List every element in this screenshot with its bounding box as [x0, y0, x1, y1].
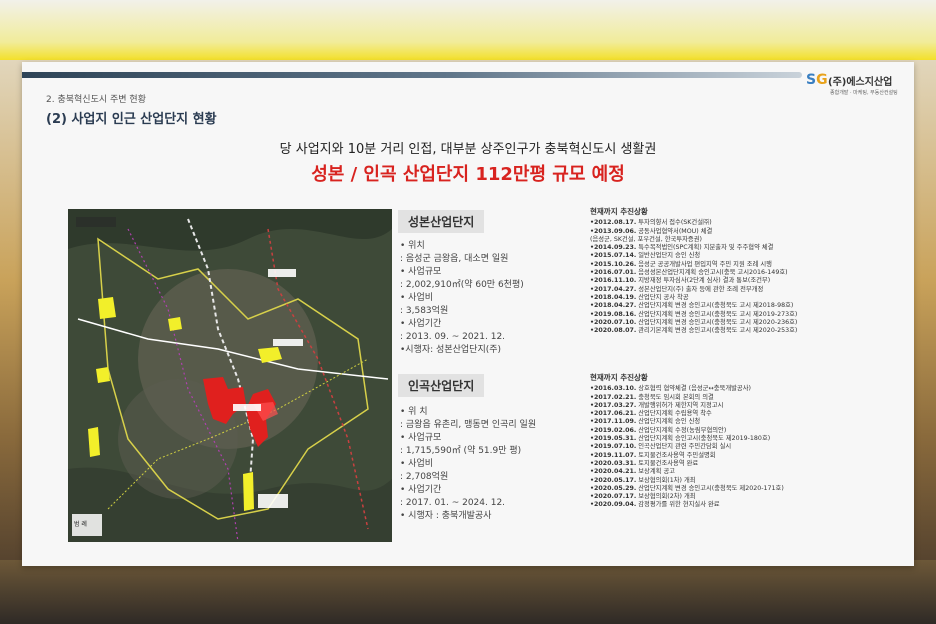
status-item: •2017.02.21. 충청북도 임시회 본회의 의결 [590, 393, 714, 401]
background-sky [0, 0, 936, 60]
ingok-line: • 위 치 [400, 407, 428, 417]
status-item: •2016.03.10. 상호협력 협약체결 (음성군↔충북개발공사) [590, 385, 751, 393]
status-item: •2019.11.07. 토지물건조사용역 주민설명회 [590, 451, 716, 459]
status-item: (음성군, SK건설, 포우건설, 한국투자증권) [590, 235, 702, 243]
ingok-title: 인곡산업단지 [398, 374, 485, 397]
status-item: •2015.07.14. 일반산업단지 승인 신청 [590, 252, 701, 260]
status-item: •2020.09.04. 감정평가를 위한 현지실사 완료 [590, 501, 720, 509]
status-item: •2020.05.17. 보상협의회(1차) 개최 [590, 476, 696, 484]
status-item: •2013.09.06. 공동사업협약서(MOU) 체결 [590, 227, 713, 235]
ingok-status: 현재까지 추진상황 •2016.03.10. 상호협력 협약체결 (음성군↔충북… [590, 373, 784, 510]
seongbon-line: : 음성군 금왕읍, 대소면 일원 [400, 254, 509, 264]
status-item: •2020.04.21. 보상계획 공고 [590, 468, 676, 476]
headline: 당 사업지와 10분 거리 인접, 대부분 상주인구가 충북혁신도시 생활권 [279, 142, 657, 157]
status-item: •2017.03.27. 개발행위허가 제한지역 지정고시 [590, 401, 724, 409]
status-heading: 현재까지 추진상황 [590, 207, 648, 216]
company-logo: SG (주)에스지산업 종합개발 · 마케팅, 부동산컨설팅 [806, 70, 898, 104]
seongbon-status: 현재까지 추진상황 •2012.08.17. 투자의향서 접수(SK건설㈜) •… [590, 207, 798, 335]
status-item: •2015.10.26. 음성군 공공개발사업 편입지역 주민 지원 조례 시행 [590, 260, 772, 268]
status-item: •2020.05.29. 산업단지계획 변경 승인고시(충청북도 제2020-1… [590, 484, 784, 492]
status-item: •2017.04.27. 성본산업단지(주) 출자 등에 관한 조례 전부개정 [590, 285, 764, 293]
status-item: •2012.08.17. 투자의향서 접수(SK건설㈜) [590, 219, 712, 227]
logo-name: (주)에스지산업 [828, 77, 893, 88]
map-graphic [68, 209, 392, 542]
ingok-line: • 사업규모 [400, 433, 442, 443]
ingok-line: • 시행자 : 충북개발공사 [400, 511, 492, 521]
status-item: •2018.04.27. 산업단지계획 변경 승인고시(충청북도 고시 제201… [590, 302, 794, 310]
ingok-line: : 2,708억원 [400, 472, 449, 482]
seongbon-line: •시행자: 성본산업단지(주) [400, 345, 502, 355]
slide: SG (주)에스지산업 종합개발 · 마케팅, 부동산컨설팅 2. 충북혁신도시… [22, 62, 914, 566]
ingok-line: : 1,715,590㎡ (약 51.9만 평) [400, 446, 522, 456]
page-subtitle: (2) 사업지 인근 산업단지 현황 [46, 112, 217, 127]
logo-tagline: 종합개발 · 마케팅, 부동산컨설팅 [830, 90, 898, 96]
seongbon-line: : 3,583억원 [400, 306, 449, 316]
header-bar [22, 72, 802, 78]
seongbon-line: • 사업규모 [400, 267, 442, 277]
map-legend-label: 범 례 [74, 521, 87, 528]
seongbon-details: • 위치 : 음성군 금왕읍, 대소면 일원 • 사업규모 : 2,002,91… [400, 240, 524, 357]
status-item: •2019.02.06. 산업단지계획 수정(농림부협의안) [590, 426, 727, 434]
background-field [0, 560, 936, 624]
ingok-line: : 금왕읍 유촌리, 맹동면 인곡리 일원 [400, 420, 537, 430]
seongbon-line: • 사업비 [400, 293, 434, 303]
ingok-line: • 사업비 [400, 459, 434, 469]
section-label: 2. 충북혁신도시 주변 현황 [46, 95, 146, 105]
area-map: 범 례 [68, 209, 392, 542]
status-item: •2016.11.10. 지방재정 투자심사(2단계 심사) 결과 통보(조건부… [590, 277, 771, 285]
status-item: •2019.08.16. 산업단지계획 변경 승인고시(충청북도 고시 제201… [590, 310, 798, 318]
ingok-details: • 위 치 : 금왕읍 유촌리, 맹동면 인곡리 일원 • 사업규모 : 1,7… [400, 406, 536, 523]
logo-mark: SG [806, 72, 828, 88]
seongbon-line: : 2,002,910㎡(약 60만 6천평) [400, 280, 524, 290]
seongbon-line: • 위치 [400, 241, 425, 251]
highlight-title: 성본 / 인곡 산업단지 112만평 규모 예정 [311, 164, 625, 185]
status-heading: 현재까지 추진상황 [590, 373, 648, 382]
ingok-line: : 2017. 01. ~ 2024. 12. [400, 498, 506, 508]
seongbon-line: • 사업기간 [400, 319, 442, 329]
seongbon-line: : 2013. 09. ~ 2021. 12. [400, 332, 506, 342]
status-item: •2017.11.09. 산업단지계획 승인 신청 [590, 418, 701, 426]
ingok-line: • 사업기간 [400, 485, 442, 495]
status-item: •2020.08.07. 관리기본계획 변경 승인고시(충청북도 고시 제202… [590, 327, 798, 335]
seongbon-title: 성본산업단지 [398, 210, 485, 233]
status-item: •2019.07.10. 인곡산업단지 관련 주민간담회 실시 [590, 443, 732, 451]
status-item: •2020.07.10. 산업단지계획 변경 승인고시(충청북도 고시 제202… [590, 318, 798, 326]
